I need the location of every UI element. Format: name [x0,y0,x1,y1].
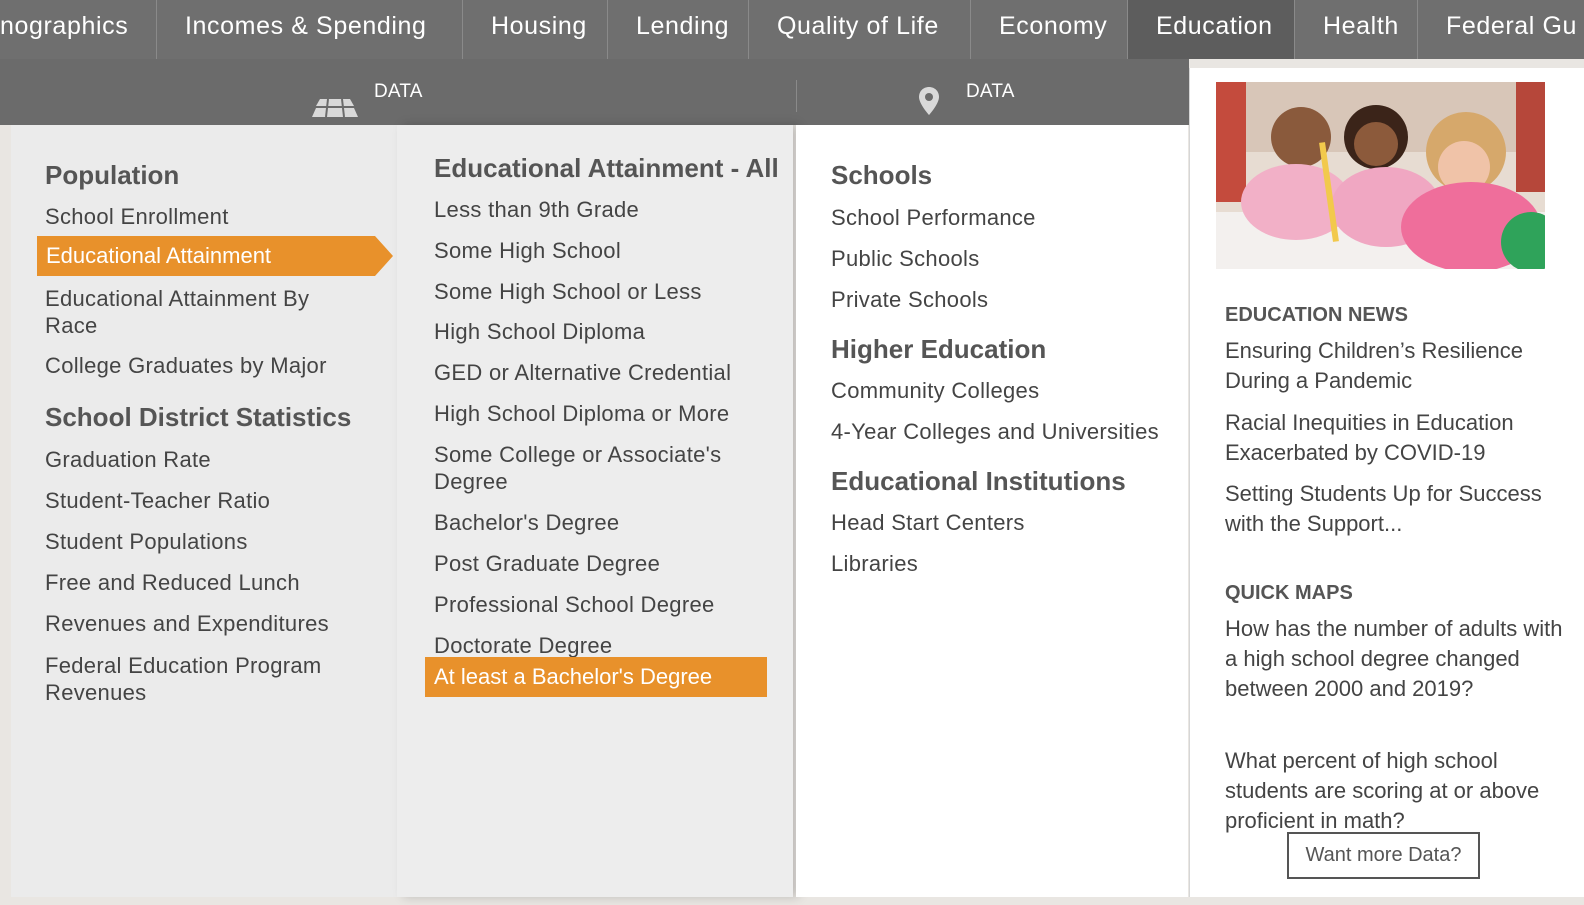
layer-student-teacher-ratio[interactable]: Student-Teacher Ratio [45,487,270,514]
layer-school-enrollment[interactable]: School Enrollment [45,203,229,230]
attainment-item[interactable]: High School Diploma or More [434,400,729,427]
tab-housing[interactable]: Housing [463,0,608,59]
institutions-heading: Educational Institutions [831,466,1126,496]
quick-map-link[interactable]: What percent of high school students are… [1225,746,1565,836]
tab-incomes-spending[interactable]: Incomes & Spending [157,0,463,59]
news-link[interactable]: Setting Students Up for Success with the… [1225,479,1565,539]
tab-economy[interactable]: Economy [971,0,1128,59]
attainment-item[interactable]: Bachelor's Degree [434,509,619,536]
layer-federal-education-revenues[interactable]: Federal Education Program Revenues [45,652,345,706]
attainment-item-selected[interactable]: At least a Bachelor's Degree [425,657,767,697]
tab-demographics[interactable]: nographics [0,0,157,59]
attainment-heading: Educational Attainment - All [434,153,779,183]
layer-free-reduced-lunch[interactable]: Free and Reduced Lunch [45,569,300,596]
district-heading: School District Statistics [45,402,352,432]
selected-arrow [375,236,393,276]
data-mode-bar: DATA LAYERS DATA POINTS [0,59,1189,168]
layers-icon [312,81,358,118]
layer-college-graduates-by-major[interactable]: College Graduates by Major [45,352,327,379]
news-link[interactable]: Ensuring Children’s Resilience During a … [1225,336,1565,396]
quick-maps-heading: QUICK MAPS [1225,582,1353,604]
attainment-item[interactable]: Less than 9th Grade [434,196,639,223]
layer-revenues-expenditures[interactable]: Revenues and Expenditures [45,610,329,637]
layer-graduation-rate[interactable]: Graduation Rate [45,446,211,473]
subbar-divider [796,80,797,112]
tab-education[interactable]: Education [1128,0,1295,59]
tab-quality-of-life[interactable]: Quality of Life [749,0,971,59]
attainment-item[interactable]: Some High School or Less [434,278,702,305]
point-libraries[interactable]: Libraries [831,550,918,577]
point-four-year-colleges[interactable]: 4-Year Colleges and Universities [831,418,1159,445]
students-photo [1213,79,1548,272]
tab-health[interactable]: Health [1295,0,1418,59]
education-news-heading: EDUCATION NEWS [1225,304,1408,326]
population-heading: Population [45,160,180,190]
point-head-start-centers[interactable]: Head Start Centers [831,509,1025,536]
tab-lending[interactable]: Lending [608,0,749,59]
attainment-item[interactable]: High School Diploma [434,318,645,345]
want-more-data-button[interactable]: Want more Data? [1287,832,1480,879]
point-community-colleges[interactable]: Community Colleges [831,377,1039,404]
tab-federal-guidance[interactable]: Federal Gu [1418,0,1584,59]
attainment-item[interactable]: Some College or Associate's Degree [434,441,744,495]
layer-educational-attainment-by-race[interactable]: Educational Attainment By Race [45,285,345,339]
attainment-item[interactable]: Some High School [434,237,621,264]
attainment-item[interactable]: GED or Alternative Credential [434,359,731,386]
top-nav: nographics Incomes & Spending Housing Le… [0,0,1584,59]
point-school-performance[interactable]: School Performance [831,204,1036,231]
attainment-item[interactable]: Professional School Degree [434,591,715,618]
layer-educational-attainment[interactable]: Educational Attainment [37,236,375,276]
map-pin-icon [918,78,940,115]
layer-student-populations[interactable]: Student Populations [45,528,248,555]
attainment-item[interactable]: Doctorate Degree [434,632,612,659]
point-private-schools[interactable]: Private Schools [831,286,988,313]
schools-heading: Schools [831,160,933,190]
higher-ed-heading: Higher Education [831,334,1047,364]
quick-map-link[interactable]: How has the number of adults with a high… [1225,614,1565,704]
attainment-item[interactable]: Post Graduate Degree [434,550,660,577]
news-link[interactable]: Racial Inequities in Education Exacerbat… [1225,408,1565,468]
point-public-schools[interactable]: Public Schools [831,245,980,272]
